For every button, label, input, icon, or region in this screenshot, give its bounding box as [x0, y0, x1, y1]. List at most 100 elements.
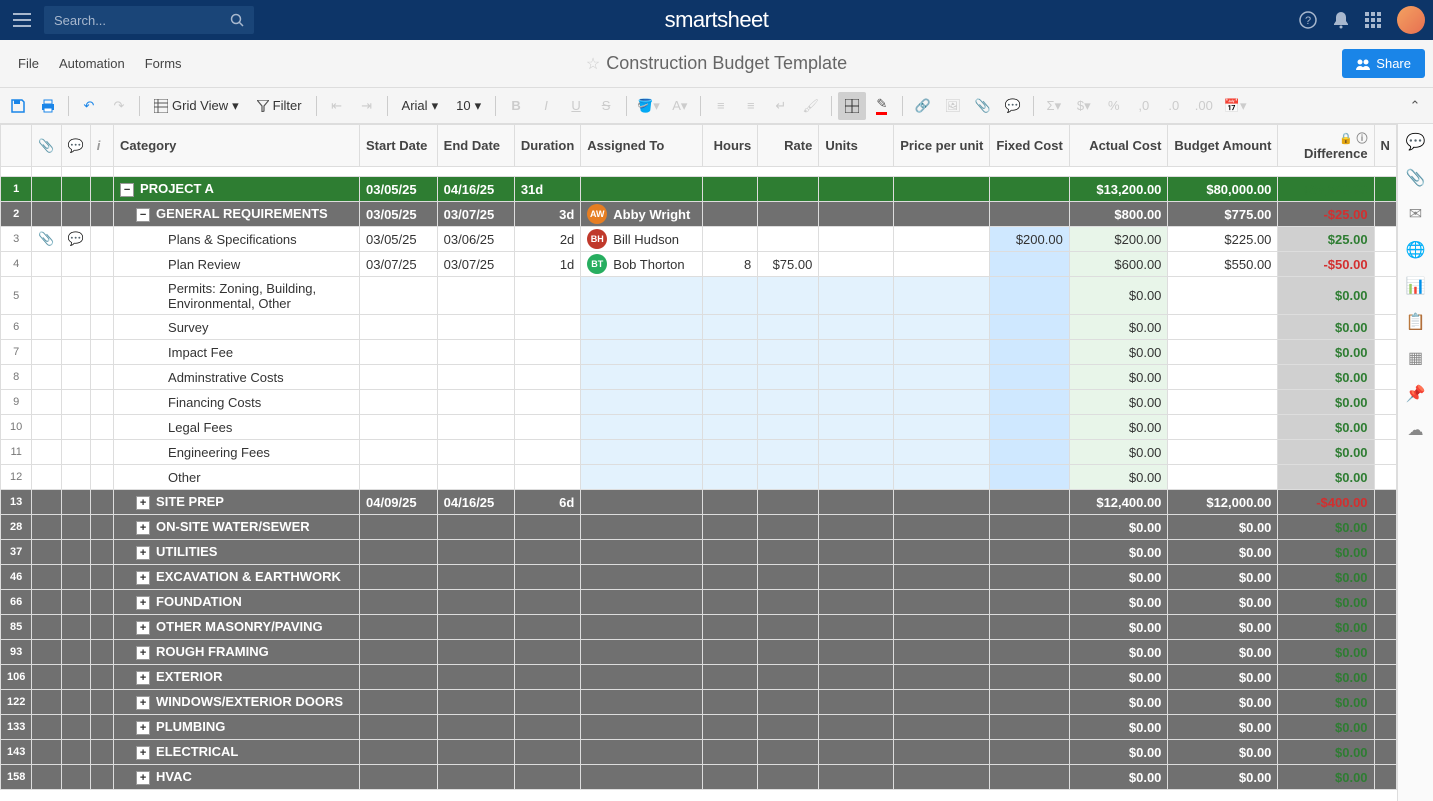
align-center-icon[interactable]: ≡: [737, 92, 765, 120]
actual-cell[interactable]: $0.00: [1069, 715, 1168, 740]
table-row[interactable]: 9Financing Costs$0.00$0.00: [1, 390, 1397, 415]
contact[interactable]: BHBill Hudson: [587, 229, 695, 249]
ppu-cell[interactable]: [894, 565, 990, 590]
fixed-cell[interactable]: [990, 315, 1069, 340]
rate-cell[interactable]: $75.00: [758, 252, 819, 277]
expand-icon[interactable]: +: [136, 646, 150, 660]
undo-icon[interactable]: ↶: [75, 92, 103, 120]
ppu-cell[interactable]: [894, 340, 990, 365]
budget-cell[interactable]: $0.00: [1168, 690, 1278, 715]
units-cell[interactable]: [819, 490, 894, 515]
actual-cell[interactable]: $0.00: [1069, 315, 1168, 340]
n-cell[interactable]: [1374, 315, 1396, 340]
budget-cell[interactable]: $775.00: [1168, 202, 1278, 227]
duration-cell[interactable]: [514, 365, 580, 390]
hours-cell[interactable]: [702, 740, 757, 765]
attachment-cell[interactable]: [32, 440, 61, 465]
duration-cell[interactable]: [514, 465, 580, 490]
search-input[interactable]: [54, 13, 230, 28]
start-cell[interactable]: [360, 390, 438, 415]
indent-icon[interactable]: ⇥: [353, 92, 381, 120]
ppu-cell[interactable]: [894, 690, 990, 715]
info-cell[interactable]: [90, 340, 113, 365]
n-cell[interactable]: [1374, 465, 1396, 490]
fixed-cell[interactable]: [990, 715, 1069, 740]
comment-cell[interactable]: [61, 440, 90, 465]
diff-cell[interactable]: $0.00: [1278, 765, 1374, 790]
diff-cell[interactable]: $0.00: [1278, 365, 1374, 390]
proof-icon[interactable]: ✉: [1409, 204, 1422, 224]
format-paint-icon[interactable]: 🖌: [797, 92, 825, 120]
end-cell[interactable]: [437, 340, 514, 365]
n-cell[interactable]: [1374, 540, 1396, 565]
diff-cell[interactable]: $0.00: [1278, 565, 1374, 590]
date-format-icon[interactable]: 📅▾: [1220, 92, 1251, 120]
actual-cell[interactable]: $0.00: [1069, 640, 1168, 665]
col-budget[interactable]: Budget Amount: [1168, 125, 1278, 167]
actual-cell[interactable]: $600.00: [1069, 252, 1168, 277]
help-icon[interactable]: ?: [1299, 11, 1317, 29]
n-cell[interactable]: [1374, 202, 1396, 227]
rate-cell[interactable]: [758, 390, 819, 415]
attachments-icon[interactable]: 📎: [1406, 168, 1426, 188]
category-cell[interactable]: Financing Costs: [114, 390, 360, 415]
diff-cell[interactable]: $0.00: [1278, 665, 1374, 690]
category-cell[interactable]: Plan Review: [114, 252, 360, 277]
n-cell[interactable]: [1374, 690, 1396, 715]
share-button[interactable]: Share: [1342, 49, 1425, 78]
units-cell[interactable]: [819, 227, 894, 252]
budget-cell[interactable]: $0.00: [1168, 740, 1278, 765]
decrease-decimal-icon[interactable]: .0: [1160, 92, 1188, 120]
comment-cell[interactable]: [61, 765, 90, 790]
attachment-cell[interactable]: [32, 415, 61, 440]
start-cell[interactable]: [360, 440, 438, 465]
category-cell[interactable]: −GENERAL REQUIREMENTS: [114, 202, 360, 227]
hours-cell[interactable]: [702, 765, 757, 790]
info-cell[interactable]: [90, 440, 113, 465]
rate-cell[interactable]: [758, 440, 819, 465]
row-number[interactable]: 10: [1, 415, 32, 440]
n-cell[interactable]: [1374, 277, 1396, 315]
thousands-icon[interactable]: ,0: [1130, 92, 1158, 120]
expand-icon[interactable]: +: [136, 746, 150, 760]
hours-cell[interactable]: [702, 490, 757, 515]
col-hours[interactable]: Hours: [702, 125, 757, 167]
actual-cell[interactable]: $0.00: [1069, 277, 1168, 315]
conversations-icon[interactable]: 💬: [1406, 132, 1426, 152]
start-cell[interactable]: 03/05/25: [360, 202, 438, 227]
category-cell[interactable]: Adminstrative Costs: [114, 365, 360, 390]
fixed-cell[interactable]: [990, 390, 1069, 415]
fixed-cell[interactable]: [990, 590, 1069, 615]
hours-cell[interactable]: [702, 640, 757, 665]
start-cell[interactable]: [360, 565, 438, 590]
end-cell[interactable]: [437, 440, 514, 465]
fixed-cell[interactable]: [990, 340, 1069, 365]
budget-cell[interactable]: [1168, 315, 1278, 340]
expand-icon[interactable]: +: [136, 771, 150, 785]
assigned-cell[interactable]: BTBob Thorton: [581, 252, 702, 277]
comment-cell[interactable]: [61, 715, 90, 740]
diff-cell[interactable]: $0.00: [1278, 340, 1374, 365]
category-cell[interactable]: +UTILITIES: [114, 540, 360, 565]
rate-cell[interactable]: [758, 315, 819, 340]
hours-cell[interactable]: [702, 415, 757, 440]
start-cell[interactable]: [360, 615, 438, 640]
table-row[interactable]: 3📎💬Plans & Specifications03/05/2503/06/2…: [1, 227, 1397, 252]
attachment-cell[interactable]: [32, 340, 61, 365]
comment-cell[interactable]: [61, 415, 90, 440]
diff-cell[interactable]: $0.00: [1278, 315, 1374, 340]
col-start[interactable]: Start Date: [360, 125, 438, 167]
category-cell[interactable]: Legal Fees: [114, 415, 360, 440]
actual-cell[interactable]: $13,200.00: [1069, 177, 1168, 202]
units-cell[interactable]: [819, 340, 894, 365]
ppu-cell[interactable]: [894, 177, 990, 202]
units-cell[interactable]: [819, 415, 894, 440]
assigned-cell[interactable]: [581, 390, 702, 415]
budget-cell[interactable]: $0.00: [1168, 665, 1278, 690]
attachment-cell[interactable]: [32, 252, 61, 277]
info-cell[interactable]: [90, 515, 113, 540]
diff-cell[interactable]: $0.00: [1278, 465, 1374, 490]
hours-cell[interactable]: [702, 440, 757, 465]
row-number[interactable]: 11: [1, 440, 32, 465]
info-cell[interactable]: [90, 252, 113, 277]
